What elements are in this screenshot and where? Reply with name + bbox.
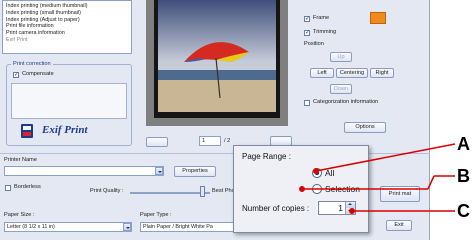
callout-c-label: C — [457, 201, 470, 221]
callout-b-label: B — [457, 166, 470, 186]
callout-a-label: A — [457, 134, 470, 154]
callout-lines — [299, 143, 456, 214]
